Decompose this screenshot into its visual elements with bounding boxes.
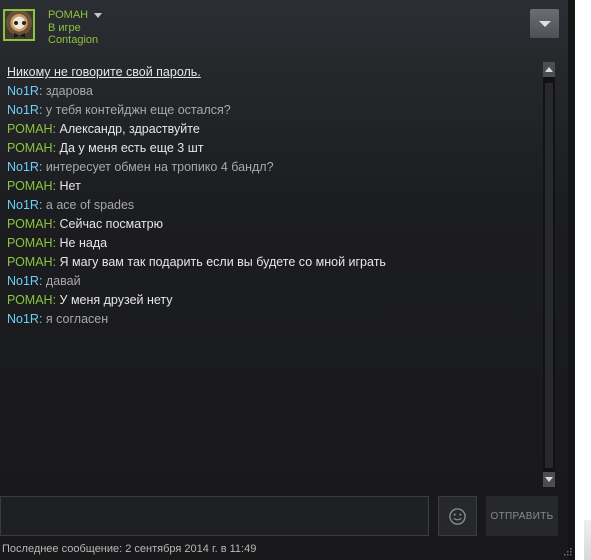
message-sender: РОМАН [7,293,53,307]
message-separator: : [52,122,60,136]
message-text: У меня друзей нету [59,293,173,307]
message-sender: No1R [7,312,39,326]
chat-window: РОМАН В игре Contagion Никому не говорит… [0,0,575,560]
message-sender: No1R [7,84,39,98]
message-sender: РОМАН [7,122,53,136]
message-separator: : [52,217,60,231]
message-input[interactable] [0,496,429,536]
avatar-eye [22,21,26,25]
chat-message: No1R: здарова [7,82,93,101]
message-sender: No1R [7,274,39,288]
message-text: здарова [45,84,93,98]
chat-message: РОМАН: У меня друзей нету [7,291,173,310]
dropdown-caret-icon[interactable] [94,12,103,18]
message-sender: No1R [7,103,39,117]
chat-message: РОМАН: Нет [7,177,81,196]
message-separator: : [52,293,60,307]
last-message-timestamp: Последнее сообщение: 2 сентября 2014 г. … [2,543,257,555]
username-label: РОМАН [48,9,89,21]
message-separator: : [38,274,46,288]
chat-message: No1R: я согласен [7,310,108,329]
message-text: я согласен [45,312,109,326]
message-separator: : [52,179,60,193]
scroll-up-button[interactable] [543,62,555,77]
chat-message: РОМАН: Да у меня есть еще 3 шт [7,139,203,158]
message-sender: No1R [7,160,39,174]
message-text: Нет [59,179,81,193]
menu-dropdown-icon [538,20,551,27]
message-sender: РОМАН [7,255,53,269]
background-window-edge [584,520,591,560]
chat-message: No1R: у тебя контейджн еще остался? [7,101,231,120]
username-menu[interactable]: РОМАН [48,9,103,21]
message-separator: : [52,236,60,250]
password-warning[interactable]: Никому не говорите свой пароль. [7,63,201,82]
window-frame-edge [568,0,575,560]
emoticon-icon [449,507,466,525]
message-separator: : [38,312,46,326]
avatar-bowtie [14,33,25,38]
status-label: В игре [48,22,81,34]
message-text: Александр, здраствуйте [59,122,200,136]
chat-message: РОМАН: Не нада [7,234,107,253]
message-sender: РОМАН [7,141,53,155]
message-text: Сейчас посматрю [59,217,163,231]
chat-message: No1R: a ace of spades [7,196,134,215]
message-text: Да у меня есть еще 3 шт [59,141,204,155]
scroll-down-icon [545,477,553,482]
message-separator: : [52,255,60,269]
message-separator: : [38,160,46,174]
scroll-up-icon [545,67,553,72]
avatar[interactable] [3,9,35,41]
message-text: интересует обмен на тропико 4 бандл? [45,160,274,174]
chat-message: No1R: интересует обмен на тропико 4 банд… [7,158,274,177]
chat-message: РОМАН: Я магу вам так подарить если вы б… [7,253,386,272]
message-separator: : [38,103,46,117]
scroll-down-button[interactable] [543,472,555,487]
message-text: давай [45,274,81,288]
message-sender: РОМАН [7,236,53,250]
game-label: Contagion [48,34,99,46]
message-sender: РОМАН [7,179,53,193]
chat-message: No1R: давай [7,272,81,291]
avatar-eye [14,21,18,25]
chat-log: Никому не говорите свой пароль. No1R: зд… [0,62,540,487]
message-text: a ace of spades [45,198,135,212]
message-text: Я магу вам так подарить если вы будете с… [59,255,386,269]
resize-grip-icon[interactable] [562,546,572,556]
emoticon-button[interactable] [438,496,477,536]
message-sender: РОМАН [7,217,53,231]
message-separator: : [38,198,46,212]
send-button[interactable]: ОТПРАВИТЬ [486,496,558,536]
message-text: у тебя контейджн еще остался? [45,103,231,117]
scrollbar-thumb[interactable] [545,83,553,468]
message-text: Не нада [59,236,108,250]
message-separator: : [38,84,46,98]
message-sender: No1R [7,198,39,212]
chat-message: РОМАН: Сейчас посматрю [7,215,163,234]
message-separator: : [52,141,60,155]
chat-menu-button[interactable] [530,9,559,38]
chat-message: РОМАН: Александр, здраствуйте [7,120,200,139]
